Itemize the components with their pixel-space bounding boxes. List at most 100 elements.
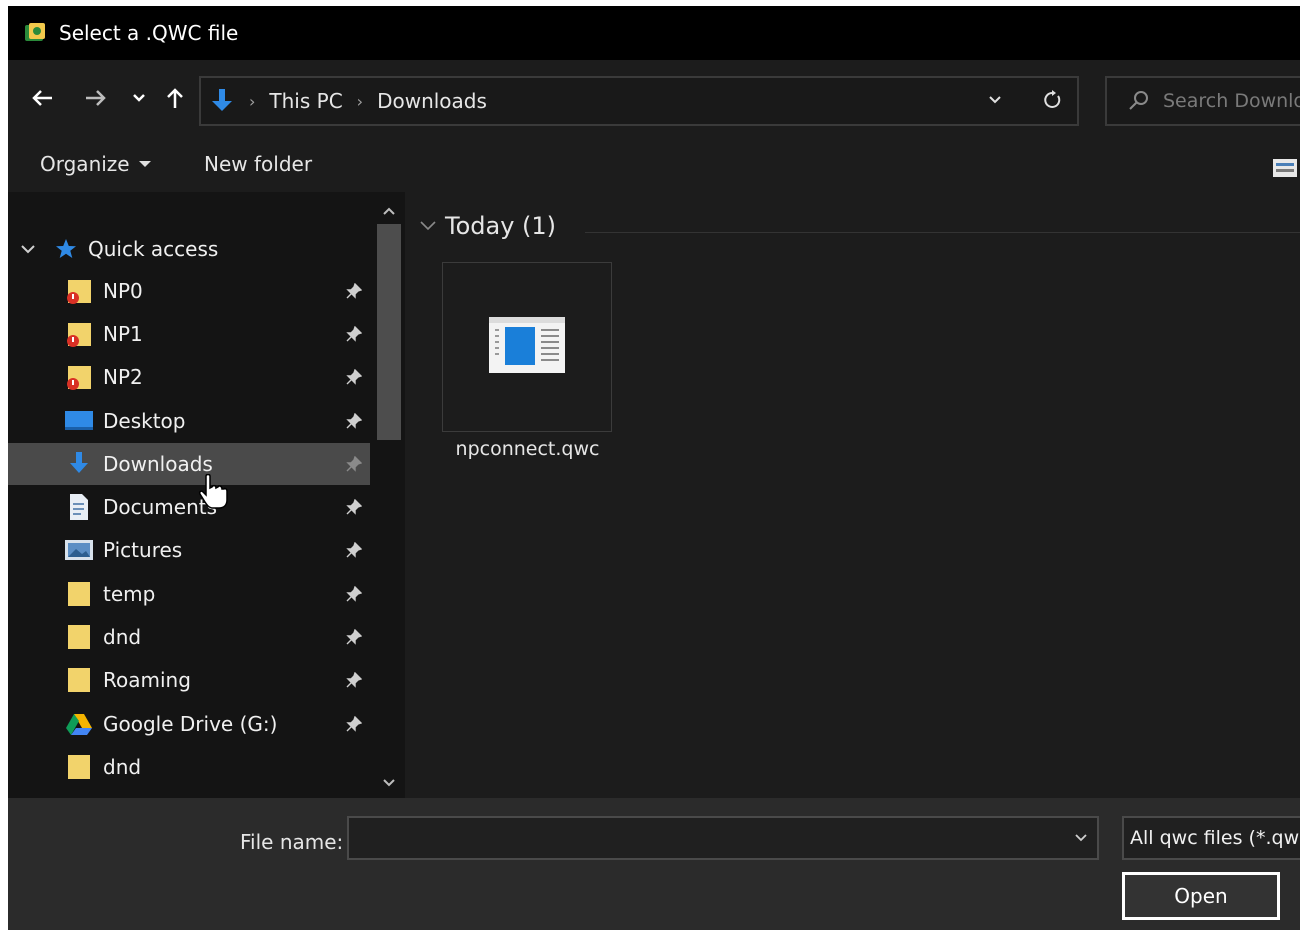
- recent-locations-button[interactable]: [130, 84, 148, 112]
- file-name-input[interactable]: [355, 824, 1059, 854]
- nav-item-temp[interactable]: temp: [8, 573, 370, 615]
- file-name-combobox[interactable]: [347, 816, 1099, 860]
- google-drive-icon: [64, 709, 94, 739]
- organize-label: Organize: [40, 152, 130, 176]
- chevron-down-icon: [989, 96, 1001, 104]
- file-tile-npconnect[interactable]: [442, 262, 612, 432]
- nav-item-label: dnd: [103, 625, 142, 649]
- back-button[interactable]: [28, 84, 56, 112]
- pin-icon[interactable]: [344, 497, 364, 517]
- pin-icon[interactable]: [344, 714, 364, 734]
- arrow-right-icon: [86, 90, 106, 106]
- folder-icon: [64, 622, 94, 652]
- folder-icon: [64, 665, 94, 695]
- refresh-icon: [1044, 90, 1061, 108]
- pin-icon[interactable]: [344, 454, 364, 474]
- nav-item-np2[interactable]: NP2: [8, 356, 370, 398]
- up-button[interactable]: [162, 84, 188, 112]
- qwc-file-icon: [487, 315, 567, 379]
- nav-item-roaming[interactable]: Roaming: [8, 659, 370, 701]
- pin-icon[interactable]: [344, 281, 364, 301]
- open-button[interactable]: Open: [1122, 872, 1280, 920]
- nav-item-google-drive[interactable]: Google Drive (G:): [8, 703, 370, 745]
- pin-icon[interactable]: [344, 627, 364, 647]
- file-type-select[interactable]: All qwc files (*.qwc): [1122, 816, 1300, 860]
- view-icon: [1273, 159, 1297, 177]
- downloads-arrow-icon: [209, 87, 235, 115]
- hand-cursor-icon: [198, 473, 228, 514]
- pictures-icon: [64, 535, 94, 565]
- new-folder-button[interactable]: New folder: [204, 152, 312, 176]
- nav-item-dnd-2[interactable]: dnd: [8, 746, 370, 788]
- dialog-footer: File name: All qwc files (*.qwc) Open: [8, 798, 1300, 930]
- navigation-pane[interactable]: Quick access NP0 NP1 NP2 Desktop Downloa…: [8, 192, 405, 798]
- folder-icon: [64, 579, 94, 609]
- forward-button[interactable]: [82, 84, 110, 112]
- breadcrumb-this-pc[interactable]: This PC: [269, 89, 342, 113]
- nav-pane-scrollbar[interactable]: [374, 192, 404, 798]
- quick-access-item[interactable]: Quick access: [8, 228, 370, 270]
- quick-access-label: Quick access: [88, 237, 219, 261]
- breadcrumb-downloads[interactable]: Downloads: [377, 89, 487, 113]
- folder-warning-icon: [64, 362, 94, 392]
- nav-item-label: Downloads: [103, 452, 213, 476]
- caret-down-icon: [138, 161, 151, 167]
- chevron-down-icon[interactable]: [1073, 830, 1089, 846]
- group-divider: [585, 232, 1300, 233]
- nav-item-partial[interactable]: [8, 790, 370, 798]
- group-title: Today (1): [445, 212, 557, 240]
- pin-icon[interactable]: [344, 324, 364, 344]
- group-header-today[interactable]: Today (1): [419, 212, 556, 240]
- address-bar[interactable]: › This PC › Downloads: [199, 76, 1079, 126]
- nav-item-label: Desktop: [103, 409, 186, 433]
- command-toolbar: Organize New folder: [8, 138, 1300, 192]
- nav-item-desktop[interactable]: Desktop: [8, 400, 370, 442]
- nav-item-dnd[interactable]: dnd: [8, 616, 370, 658]
- nav-item-label: NP0: [103, 279, 143, 303]
- nav-item-label: NP1: [103, 322, 143, 346]
- nav-item-label: Google Drive (G:): [103, 712, 278, 736]
- nav-item-pictures[interactable]: Pictures: [8, 529, 370, 571]
- arrow-left-icon: [32, 90, 52, 106]
- arrow-up-icon: [167, 88, 183, 108]
- nav-item-np0[interactable]: NP0: [8, 270, 370, 312]
- pin-icon[interactable]: [344, 540, 364, 560]
- window-title: Select a .QWC file: [59, 21, 239, 45]
- downloads-arrow-icon: [64, 449, 94, 479]
- folder-icon: [64, 752, 94, 782]
- expand-chevron-icon[interactable]: [20, 243, 36, 255]
- file-list-area[interactable]: Today (1) npconnect.qwc: [405, 192, 1300, 798]
- title-bar: Select a .QWC file: [8, 6, 1300, 60]
- pin-icon[interactable]: [344, 411, 364, 431]
- refresh-button[interactable]: [1043, 90, 1063, 110]
- scroll-down-icon[interactable]: [380, 774, 398, 792]
- file-name-label[interactable]: npconnect.qwc: [435, 438, 620, 460]
- file-dialog-window: Select a .QWC file › This PC › Downloads…: [8, 6, 1300, 930]
- pin-icon[interactable]: [344, 367, 364, 387]
- search-box[interactable]: [1105, 76, 1300, 126]
- chevron-down-icon: [133, 94, 145, 102]
- desktop-icon: [64, 406, 94, 436]
- pin-icon[interactable]: [344, 584, 364, 604]
- nav-item-documents[interactable]: Documents: [8, 486, 370, 528]
- file-name-label: File name:: [240, 830, 344, 854]
- folder-warning-icon: [64, 319, 94, 349]
- star-icon: [54, 237, 78, 261]
- address-history-button[interactable]: [987, 92, 1003, 108]
- pin-icon[interactable]: [344, 670, 364, 690]
- nav-item-label: NP2: [103, 365, 143, 389]
- view-options-button[interactable]: [1272, 158, 1298, 178]
- nav-item-label: dnd: [103, 755, 142, 779]
- scroll-up-icon[interactable]: [380, 202, 398, 220]
- nav-item-label: Roaming: [103, 668, 191, 692]
- nav-item-np1[interactable]: NP1: [8, 313, 370, 355]
- chevron-down-icon: [420, 221, 436, 231]
- nav-item-downloads[interactable]: Downloads: [8, 443, 370, 485]
- scrollbar-thumb[interactable]: [377, 224, 401, 440]
- search-input[interactable]: [1161, 89, 1300, 113]
- nav-item-label: Pictures: [103, 538, 183, 562]
- organize-button[interactable]: Organize: [40, 152, 152, 176]
- breadcrumb-separator: ›: [356, 91, 364, 111]
- search-icon: [1127, 89, 1151, 113]
- navigation-bar: › This PC › Downloads: [8, 60, 1300, 138]
